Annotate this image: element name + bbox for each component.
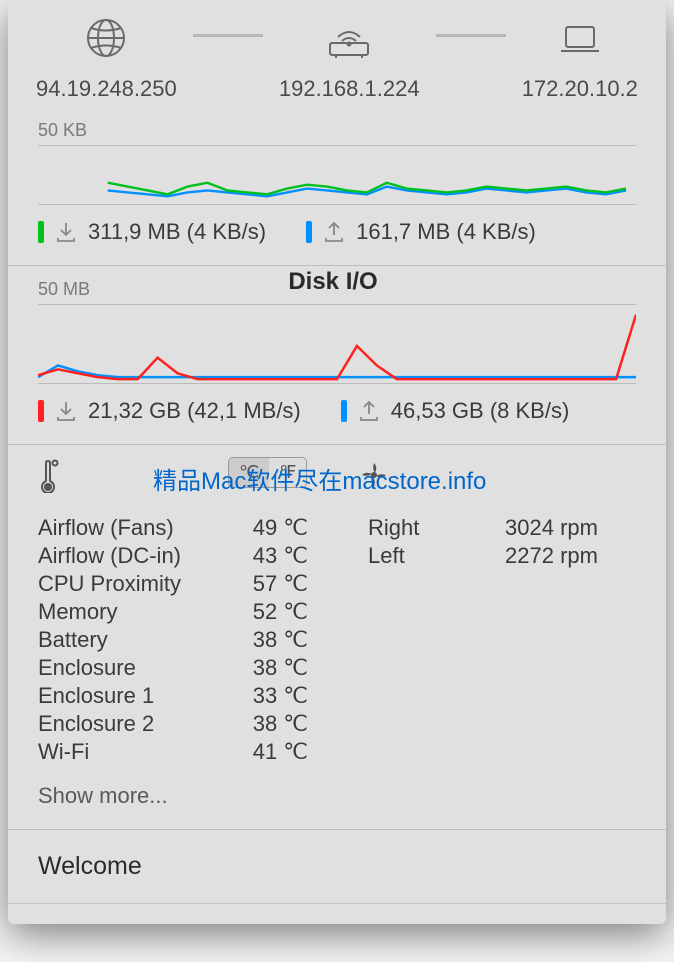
download-value: 311,9 MB (4 KB/s) <box>88 219 266 245</box>
temp-label: Memory <box>38 598 238 625</box>
net-divider <box>193 34 263 37</box>
quit-menu-item[interactable]: Quit iStatistica <box>8 904 666 924</box>
temp-label: CPU Proximity <box>38 570 238 597</box>
disk-write-stat: 46,53 GB (8 KB/s) <box>341 398 570 424</box>
show-more-button[interactable]: Show more... <box>38 783 636 809</box>
disk-chart <box>38 304 636 384</box>
istatistica-panel: 94.19.248.250 192.168.1.224 <box>8 0 666 924</box>
write-color-indicator <box>341 400 347 422</box>
temp-row: Battery38 ℃ <box>38 626 308 653</box>
sensor-header: ℃ ℉ 精品Mac软件尽在macstore.info <box>38 459 636 498</box>
disk-chart-scale: 50 MB <box>38 279 90 300</box>
temp-value: 52 ℃ <box>238 598 308 625</box>
celsius-option[interactable]: ℃ <box>229 458 269 487</box>
network-chart-section: 50 KB 311,9 MB (4 KB/s) <box>8 112 666 265</box>
disk-write-value: 46,53 GB (8 KB/s) <box>391 398 570 424</box>
disk-section: 50 MB Disk I/O 21,32 G <box>8 266 666 445</box>
local-ip-item: 172.20.10.2 <box>522 18 638 102</box>
temp-value: 57 ℃ <box>238 570 308 597</box>
fan-label: Right <box>368 514 488 541</box>
net-divider <box>436 34 506 37</box>
download-icon <box>54 220 78 244</box>
temperature-column: Airflow (Fans)49 ℃Airflow (DC-in)43 ℃CPU… <box>38 514 308 765</box>
disk-chart-section: 50 MB Disk I/O 21,32 G <box>8 266 666 444</box>
external-ip-item: 94.19.248.250 <box>36 18 177 102</box>
external-ip: 94.19.248.250 <box>36 76 177 102</box>
fan-row: Right3024 rpm <box>368 514 598 541</box>
fan-label: Left <box>368 542 488 569</box>
disk-stats: 21,32 GB (42,1 MB/s) 46,53 GB (8 KB/s) <box>38 398 636 424</box>
disk-title: Disk I/O <box>90 268 576 296</box>
welcome-menu-item[interactable]: Welcome <box>8 830 666 904</box>
sensor-grid: Airflow (Fans)49 ℃Airflow (DC-in)43 ℃CPU… <box>38 514 636 765</box>
temp-value: 43 ℃ <box>238 542 308 569</box>
network-chart <box>38 145 636 205</box>
fan-column: Right3024 rpmLeft2272 rpm <box>368 514 598 765</box>
temp-row: CPU Proximity57 ℃ <box>38 570 308 597</box>
router-icon <box>324 18 374 58</box>
temp-row: Enclosure 133 ℃ <box>38 682 308 709</box>
temp-value: 49 ℃ <box>238 514 308 541</box>
network-chart-scale: 50 KB <box>38 120 636 141</box>
temp-row: Airflow (Fans)49 ℃ <box>38 514 308 541</box>
download-stat: 311,9 MB (4 KB/s) <box>38 219 266 245</box>
globe-icon <box>85 18 127 58</box>
watermark: 精品Mac软件尽在macstore.info <box>153 461 486 496</box>
download-icon <box>54 399 78 423</box>
temp-label: Airflow (Fans) <box>38 514 238 541</box>
upload-stat: 161,7 MB (4 KB/s) <box>306 219 536 245</box>
router-ip-item: 192.168.1.224 <box>279 18 420 102</box>
network-path: 94.19.248.250 192.168.1.224 <box>8 0 666 112</box>
temp-row: Memory52 ℃ <box>38 598 308 625</box>
sensors-section: ℃ ℉ 精品Mac软件尽在macstore.info Airflow (Fans… <box>8 445 666 830</box>
network-stats: 311,9 MB (4 KB/s) 161,7 MB (4 KB/s) <box>38 219 636 245</box>
upload-color-indicator <box>306 221 312 243</box>
temp-value: 38 ℃ <box>238 626 308 653</box>
temp-value: 41 ℃ <box>238 738 308 765</box>
disk-read-value: 21,32 GB (42,1 MB/s) <box>88 398 301 424</box>
fan-row: Left2272 rpm <box>368 542 598 569</box>
temp-label: Airflow (DC-in) <box>38 542 238 569</box>
fan-icon <box>358 459 390 496</box>
temp-value: 38 ℃ <box>238 654 308 681</box>
temp-row: Enclosure 238 ℃ <box>38 710 308 737</box>
fan-value: 3024 rpm <box>488 514 598 541</box>
temp-value: 38 ℃ <box>238 710 308 737</box>
disk-read-stat: 21,32 GB (42,1 MB/s) <box>38 398 301 424</box>
download-color-indicator <box>38 221 44 243</box>
temp-value: 33 ℃ <box>238 682 308 709</box>
temp-label: Battery <box>38 626 238 653</box>
network-section: 94.19.248.250 192.168.1.224 <box>8 0 666 266</box>
fahrenheit-option[interactable]: ℉ <box>269 458 306 487</box>
unit-toggle[interactable]: ℃ ℉ <box>228 457 307 488</box>
temp-label: Wi-Fi <box>38 738 238 765</box>
read-color-indicator <box>38 400 44 422</box>
upload-value: 161,7 MB (4 KB/s) <box>356 219 536 245</box>
temp-row: Wi-Fi41 ℃ <box>38 738 308 765</box>
local-ip: 172.20.10.2 <box>522 76 638 102</box>
laptop-icon <box>556 18 604 58</box>
temp-label: Enclosure 1 <box>38 682 238 709</box>
upload-icon <box>322 220 346 244</box>
thermometer-icon <box>38 459 60 498</box>
temp-row: Airflow (DC-in)43 ℃ <box>38 542 308 569</box>
router-ip: 192.168.1.224 <box>279 76 420 102</box>
fan-value: 2272 rpm <box>488 542 598 569</box>
temp-row: Enclosure38 ℃ <box>38 654 308 681</box>
upload-icon <box>357 399 381 423</box>
temp-label: Enclosure 2 <box>38 710 238 737</box>
temp-label: Enclosure <box>38 654 238 681</box>
